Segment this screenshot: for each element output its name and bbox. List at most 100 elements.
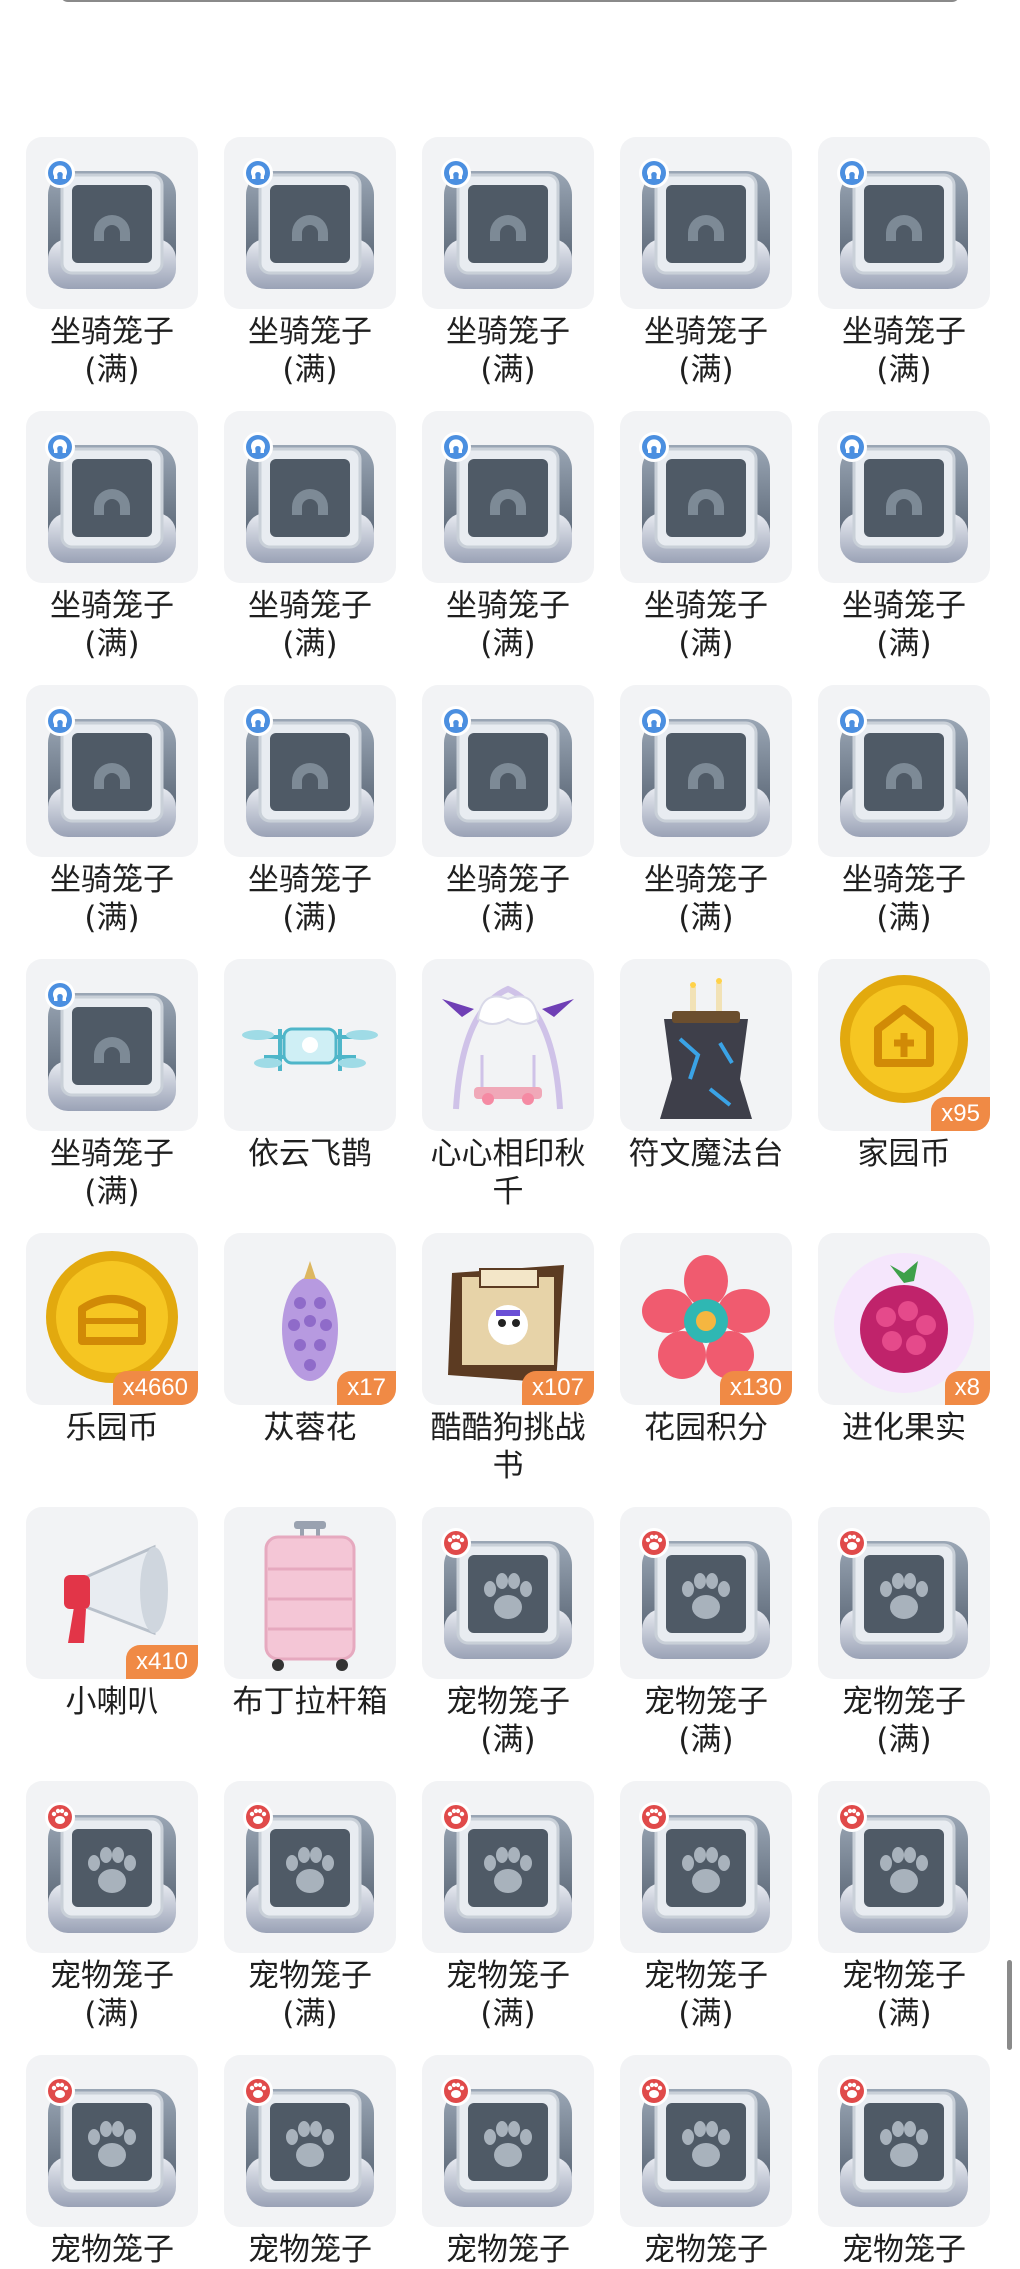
item-name-line1: 坐骑笼子 <box>248 588 372 624</box>
item-tile[interactable]: x8 <box>818 1233 990 1405</box>
item-tile[interactable]: x130 <box>620 1233 792 1405</box>
item-tile[interactable] <box>620 1781 792 1953</box>
quantity-badge: x4660 <box>112 1371 198 1405</box>
item-label: 坐骑笼子(满) <box>410 587 606 663</box>
item-name-line1: 乐园币 <box>65 1410 159 1446</box>
mount-cage-icon <box>422 685 594 857</box>
item-tile[interactable] <box>422 137 594 309</box>
item-label: 坐骑笼子(满) <box>14 861 210 937</box>
item-tile[interactable] <box>818 137 990 309</box>
item-tile[interactable] <box>224 1507 396 1679</box>
item-grid: 坐骑笼子 (满) 坐骑笼子 (满) 坐骑笼子 (满) 坐骑笼子 (满) 坐骑笼子 (满) 坐骑笼子… <box>0 0 1020 2268</box>
item-tile[interactable] <box>620 1507 792 1679</box>
pet-cage-icon <box>818 1781 990 1953</box>
mount-cage-icon <box>422 137 594 309</box>
item-name-line1: 坐骑笼子 <box>842 588 966 624</box>
mount-cage-icon <box>26 685 198 857</box>
item-label: 心心相印秋千 <box>410 1135 606 1211</box>
item-name-line2: (满) <box>480 626 536 662</box>
item-tile[interactable] <box>422 2055 594 2227</box>
pet-cage-icon <box>818 2055 990 2227</box>
item-tile[interactable]: x4660 <box>26 1233 198 1405</box>
pet-cage-icon <box>422 1507 594 1679</box>
item-tile[interactable] <box>26 685 198 857</box>
item-name-line2: (满) <box>678 900 734 936</box>
item-name-line1: 家园币 <box>857 1136 951 1172</box>
item-name-line1: 宠物笼子 <box>842 1958 966 1994</box>
item-name-line1: 宠物笼子 <box>644 2232 768 2268</box>
item-tile[interactable] <box>818 1781 990 1953</box>
item-label: 宠物笼子 (满) <box>14 1957 210 2033</box>
item-tile[interactable] <box>224 2055 396 2227</box>
item-label: 坐骑笼子(满) <box>212 861 408 937</box>
item-label: 苁蓉花 <box>212 1409 408 1447</box>
item-label: 宠物笼子 (满) <box>608 1957 804 2033</box>
item-label: 进化果实 <box>806 1409 1002 1447</box>
mount-cage-icon <box>818 411 990 583</box>
item-tile[interactable]: x410 <box>26 1507 198 1679</box>
item-tile[interactable] <box>422 411 594 583</box>
mount-cage-icon <box>818 137 990 309</box>
item-label: 宠物笼子 (满) <box>212 1957 408 2033</box>
item-tile[interactable] <box>620 411 792 583</box>
item-name-line1: 依云飞鹊 <box>248 1136 372 1172</box>
item-tile[interactable] <box>26 411 198 583</box>
item-name-line2: (满) <box>282 352 338 388</box>
item-name-line1: 宠物笼子 <box>50 2232 174 2268</box>
item-name-line1: 宠物笼子 <box>644 1958 768 1994</box>
pet-cage-icon <box>224 1781 396 1953</box>
item-tile[interactable] <box>422 685 594 857</box>
item-name-line2: (满) <box>876 1996 932 2032</box>
item-tile[interactable]: x95 <box>818 959 990 1131</box>
item-name-line1: 花园积分 <box>644 1410 768 1446</box>
item-tile[interactable]: x107 <box>422 1233 594 1405</box>
item-name-line1: 坐骑笼子 <box>644 588 768 624</box>
item-tile[interactable] <box>224 685 396 857</box>
mount-cage-icon <box>422 411 594 583</box>
scrollbar[interactable] <box>1007 1960 1012 2050</box>
item-name-line1: 宠物笼子 <box>842 2232 966 2268</box>
item-name-line2: (满) <box>282 626 338 662</box>
item-tile[interactable] <box>620 685 792 857</box>
item-tile[interactable] <box>26 137 198 309</box>
quantity-badge: x107 <box>521 1371 594 1405</box>
item-tile[interactable] <box>26 1781 198 1953</box>
item-tile[interactable] <box>26 959 198 1131</box>
pet-cage-icon <box>620 1781 792 1953</box>
swing-icon <box>422 959 594 1131</box>
item-tile[interactable] <box>818 2055 990 2227</box>
item-tile[interactable] <box>620 137 792 309</box>
item-name-line1: 宠物笼子 <box>842 1684 966 1720</box>
item-tile[interactable] <box>224 1781 396 1953</box>
item-name-line1: 坐骑笼子 <box>50 588 174 624</box>
item-tile[interactable] <box>818 685 990 857</box>
item-tile[interactable] <box>422 959 594 1131</box>
item-name-line1: 宠物笼子 <box>248 1958 372 1994</box>
item-name-line2: (满) <box>84 626 140 662</box>
item-name-line1: 小喇叭 <box>65 1684 159 1720</box>
item-name-line2: (满) <box>282 900 338 936</box>
item-name-line1: 坐骑笼子 <box>644 314 768 350</box>
item-name-line1: 坐骑笼子 <box>50 314 174 350</box>
mount-cage-icon <box>620 137 792 309</box>
item-tile[interactable] <box>620 959 792 1131</box>
item-label: 坐骑笼子(满) <box>608 313 804 389</box>
item-tile[interactable] <box>224 137 396 309</box>
item-tile[interactable] <box>818 411 990 583</box>
item-label: 坐骑笼子(满) <box>212 587 408 663</box>
mount-cage-icon <box>26 137 198 309</box>
item-tile[interactable] <box>818 1507 990 1679</box>
item-tile[interactable] <box>422 1507 594 1679</box>
item-name-line2: (满) <box>480 1722 536 1758</box>
item-tile[interactable] <box>26 2055 198 2227</box>
item-tile[interactable] <box>620 2055 792 2227</box>
mount-cage-icon <box>620 685 792 857</box>
item-tile[interactable] <box>224 959 396 1131</box>
item-tile[interactable] <box>224 411 396 583</box>
item-label: 小喇叭 <box>14 1683 210 1721</box>
item-tile[interactable] <box>422 1781 594 1953</box>
pet-cage-icon <box>224 2055 396 2227</box>
item-name-line1: 坐骑笼子 <box>50 862 174 898</box>
item-tile[interactable]: x17 <box>224 1233 396 1405</box>
rune-altar-icon <box>620 959 792 1131</box>
